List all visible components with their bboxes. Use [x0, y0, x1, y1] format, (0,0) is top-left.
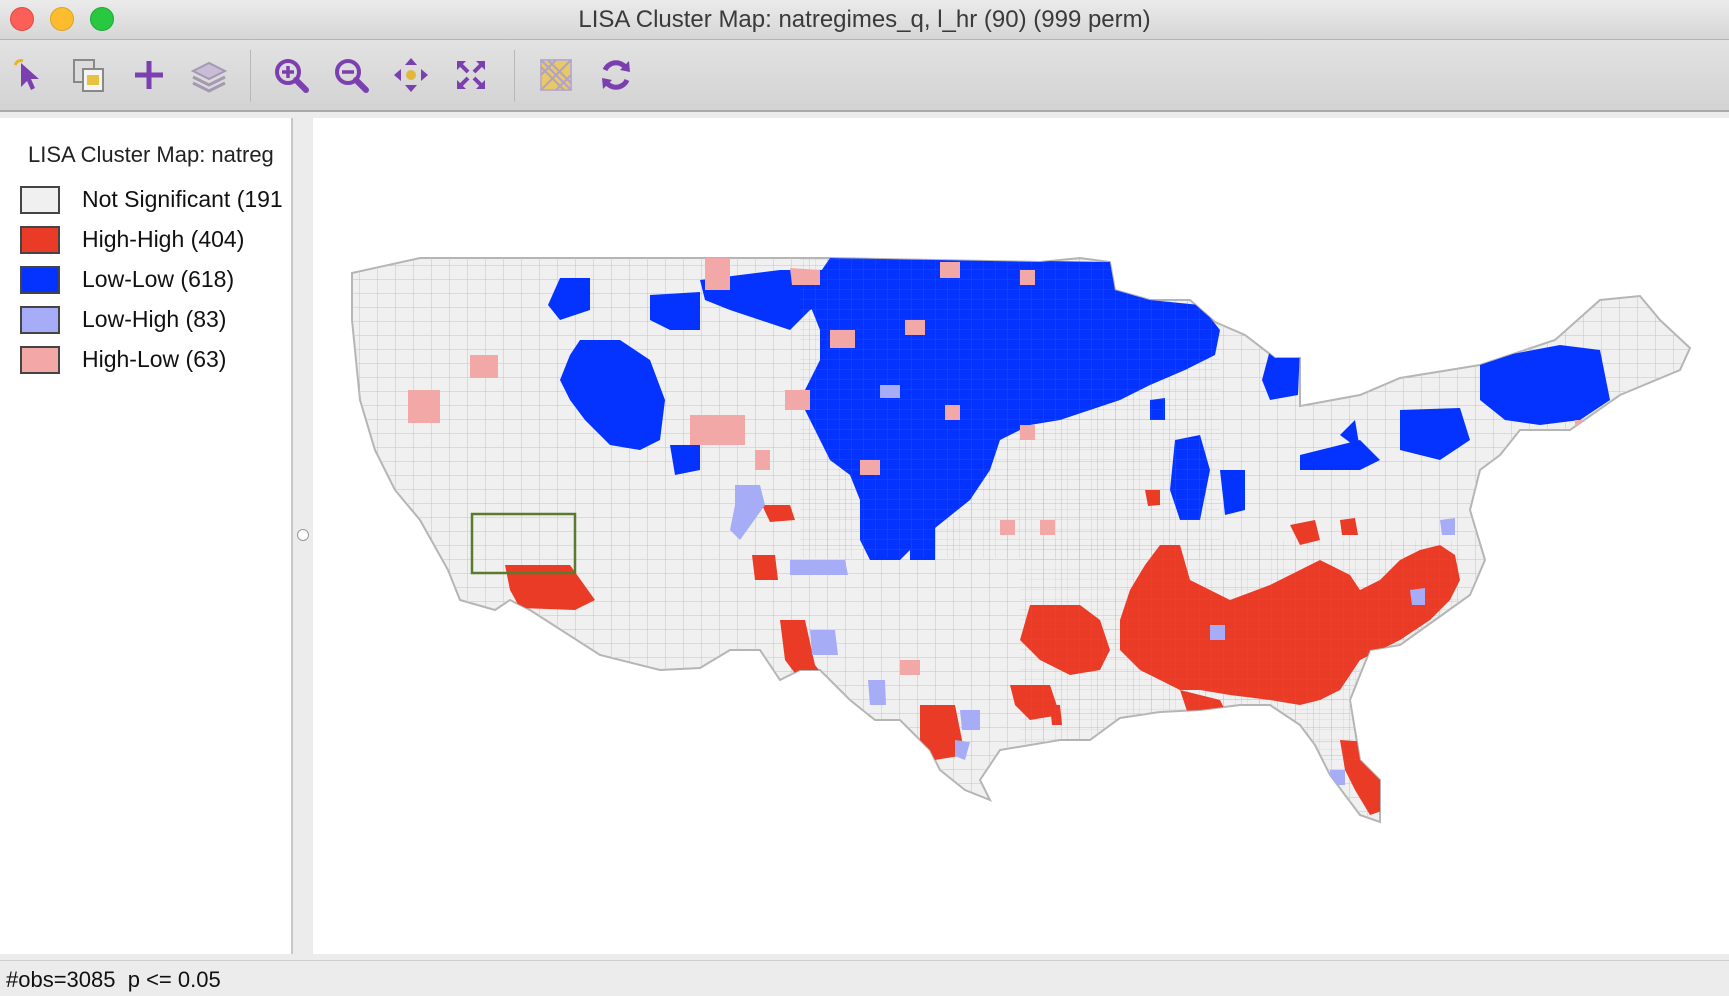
toolbar-separator: [250, 50, 251, 102]
legend-label: Low-Low (618): [82, 266, 235, 292]
toolbar: [0, 40, 1729, 112]
copy-image-icon: [73, 59, 104, 92]
plus-icon: [135, 61, 163, 89]
legend-swatch: [20, 226, 60, 254]
copy-image-button[interactable]: [66, 52, 112, 98]
zoom-in-button[interactable]: [268, 52, 314, 98]
pan-button[interactable]: [388, 52, 434, 98]
basemap-icon: [540, 59, 572, 91]
legend-item-not-significant[interactable]: Not Significant (191: [20, 184, 291, 216]
select-tool-button[interactable]: [6, 52, 52, 98]
layers-button[interactable]: [186, 52, 232, 98]
legend-label: High-Low (63): [82, 346, 227, 372]
full-extent-button[interactable]: [448, 52, 494, 98]
legend-panel: LISA Cluster Map: natreg Not Significant…: [0, 118, 293, 954]
pointer-arrow-icon: [13, 59, 39, 90]
map-canvas[interactable]: [313, 118, 1729, 954]
layers-icon: [190, 61, 228, 93]
county-regions: [352, 258, 1690, 822]
legend-label: Low-High (83): [82, 306, 227, 332]
basemap-button[interactable]: [533, 52, 579, 98]
toolbar-separator: [514, 50, 515, 102]
legend-swatch: [20, 266, 60, 294]
app-window: LISA Cluster Map: natregimes_q, l_hr (90…: [0, 0, 1729, 996]
legend-swatch: [20, 186, 60, 214]
panel-splitter-handle[interactable]: [297, 529, 309, 541]
zoom-out-button[interactable]: [328, 52, 374, 98]
zoom-in-icon: [275, 59, 309, 93]
legend-title: LISA Cluster Map: natreg: [28, 142, 274, 167]
refresh-icon: [602, 60, 630, 90]
legend-swatch: [20, 306, 60, 334]
legend-item-low-high[interactable]: Low-High (83): [20, 304, 291, 336]
window-title: LISA Cluster Map: natregimes_q, l_hr (90…: [578, 6, 1151, 33]
legend-item-low-low[interactable]: Low-Low (618): [20, 264, 291, 296]
legend-label: Not Significant (191: [82, 186, 283, 212]
lisa-cluster-map[interactable]: [313, 118, 1729, 954]
status-text: #obs=3085 p <= 0.05: [6, 967, 221, 992]
full-extent-icon: [457, 61, 485, 89]
refresh-button[interactable]: [593, 52, 639, 98]
legend-item-high-high[interactable]: High-High (404): [20, 224, 291, 256]
pan-arrows-icon: [394, 58, 428, 92]
zoom-out-icon: [335, 59, 369, 93]
legend-label: High-High (404): [82, 226, 245, 252]
legend-swatch: [20, 346, 60, 374]
legend-item-high-low[interactable]: High-Low (63): [20, 344, 291, 376]
title-bar[interactable]: LISA Cluster Map: natregimes_q, l_hr (90…: [0, 0, 1729, 40]
add-layer-button[interactable]: [126, 52, 172, 98]
status-bar: #obs=3085 p <= 0.05: [0, 960, 1729, 996]
